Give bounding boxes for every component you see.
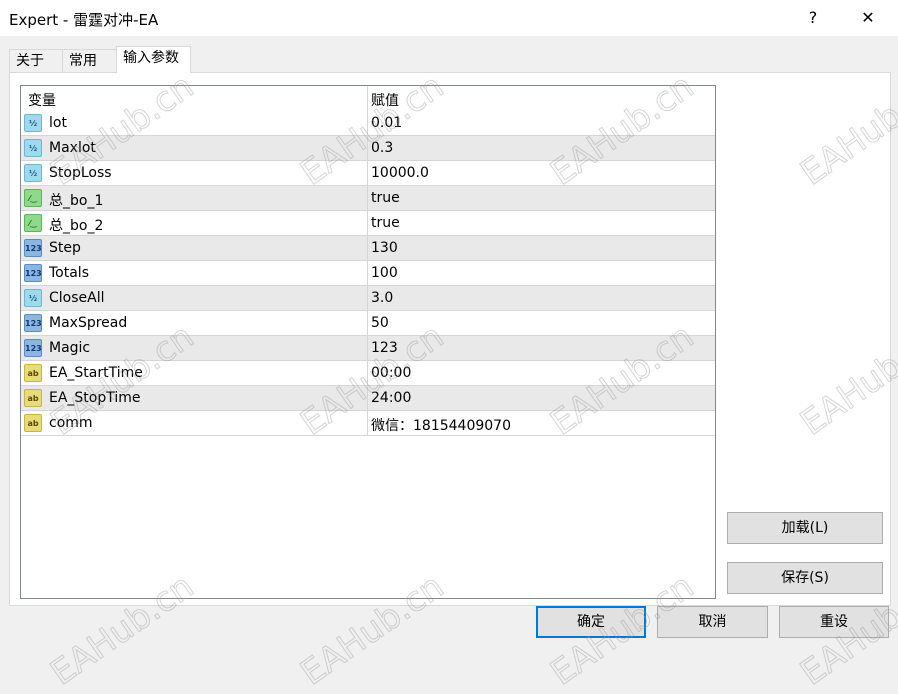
- table-row[interactable]: ab EA_StartTime 00:00: [21, 361, 715, 386]
- table-header: 变量 赋值: [21, 86, 715, 111]
- table-row[interactable]: ½ CloseAll 3.0: [21, 286, 715, 311]
- save-button[interactable]: 保存(S): [727, 562, 883, 594]
- param-value[interactable]: 123: [371, 340, 398, 356]
- table-row[interactable]: 123 Step 130: [21, 236, 715, 261]
- header-variable[interactable]: 变量: [28, 90, 56, 110]
- window-title: Expert - 雷霆对冲-EA: [9, 11, 159, 29]
- table-row[interactable]: ½ lot 0.01: [21, 111, 715, 136]
- table-row[interactable]: ½ Maxlot 0.3: [21, 136, 715, 161]
- param-name: EA_StartTime: [49, 365, 143, 381]
- str-type-icon: ab: [24, 414, 42, 432]
- param-name: Step: [49, 240, 81, 256]
- param-value[interactable]: 24:00: [371, 390, 411, 406]
- table-row[interactable]: ab EA_StopTime 24:00: [21, 386, 715, 411]
- bool-type-icon: ⁄‿: [24, 189, 42, 207]
- half-type-icon: ½: [24, 139, 42, 157]
- half-type-icon: ½: [24, 289, 42, 307]
- param-name: StopLoss: [49, 165, 112, 181]
- param-name: Totals: [49, 265, 89, 281]
- half-type-icon: ½: [24, 164, 42, 182]
- param-value[interactable]: 10000.0: [371, 165, 429, 181]
- cancel-button[interactable]: 取消: [657, 606, 768, 638]
- tab-common[interactable]: 常用: [62, 49, 117, 73]
- int-type-icon: 123: [24, 314, 42, 332]
- param-value[interactable]: 100: [371, 265, 398, 281]
- param-name: EA_StopTime: [49, 390, 141, 406]
- table-row[interactable]: ab comm 微信：18154409070: [21, 411, 715, 436]
- parameters-table[interactable]: 变量 赋值 ½ lot 0.01 ½ Maxlot 0.3 ½ StopLoss 1…: [20, 85, 716, 599]
- param-name: comm: [49, 415, 93, 431]
- param-value[interactable]: 00:00: [371, 365, 411, 381]
- param-value[interactable]: true: [371, 215, 400, 231]
- param-value[interactable]: 微信：18154409070: [371, 415, 511, 435]
- tab-inputs[interactable]: 输入参数: [116, 46, 191, 73]
- param-name: 总_bo_2: [49, 218, 104, 234]
- param-value[interactable]: 3.0: [371, 290, 393, 306]
- tab-about[interactable]: 关于: [9, 49, 63, 73]
- table-row[interactable]: ⁄‿ 总_bo_1 true: [21, 186, 715, 211]
- table-row[interactable]: ⁄‿ 总_bo_2 true: [21, 211, 715, 236]
- int-type-icon: 123: [24, 264, 42, 282]
- param-value[interactable]: true: [371, 190, 400, 206]
- param-name: MaxSpread: [49, 315, 128, 331]
- param-name: lot: [49, 115, 67, 131]
- half-type-icon: ½: [24, 114, 42, 132]
- reset-button[interactable]: 重设: [779, 606, 889, 638]
- param-name: Magic: [49, 340, 91, 356]
- param-value[interactable]: 130: [371, 240, 398, 256]
- column-divider[interactable]: [367, 86, 368, 436]
- title-bar: Expert - 雷霆对冲-EA ? ✕: [0, 0, 898, 36]
- table-row[interactable]: ½ StopLoss 10000.0: [21, 161, 715, 186]
- load-button[interactable]: 加载(L): [727, 512, 883, 544]
- str-type-icon: ab: [24, 364, 42, 382]
- param-name: CloseAll: [49, 290, 105, 306]
- close-button[interactable]: ✕: [848, 4, 888, 32]
- bool-type-icon: ⁄‿: [24, 214, 42, 232]
- param-name: 总_bo_1: [49, 193, 104, 209]
- param-value[interactable]: 0.01: [371, 115, 402, 131]
- ok-button[interactable]: 确定: [536, 606, 646, 638]
- param-value[interactable]: 0.3: [371, 140, 393, 156]
- table-row[interactable]: 123 MaxSpread 50: [21, 311, 715, 336]
- table-row[interactable]: 123 Totals 100: [21, 261, 715, 286]
- int-type-icon: 123: [24, 339, 42, 357]
- param-value[interactable]: 50: [371, 315, 389, 331]
- param-name: Maxlot: [49, 140, 96, 156]
- int-type-icon: 123: [24, 239, 42, 257]
- str-type-icon: ab: [24, 389, 42, 407]
- header-value[interactable]: 赋值: [371, 90, 399, 110]
- table-row[interactable]: 123 Magic 123: [21, 336, 715, 361]
- help-button[interactable]: ?: [793, 4, 833, 32]
